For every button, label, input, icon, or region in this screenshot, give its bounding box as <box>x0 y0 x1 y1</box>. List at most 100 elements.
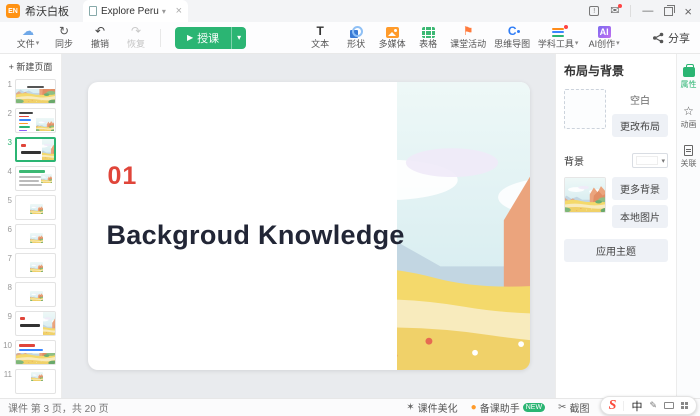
subject-tools-icon <box>552 27 564 38</box>
tab-animation[interactable]: ☆ 动画 <box>681 105 697 130</box>
text-icon: T <box>317 26 324 39</box>
screenshot-button[interactable]: ✂ 截图 <box>558 400 589 415</box>
table-icon <box>422 27 435 38</box>
slide-section-number[interactable]: 01 <box>108 162 138 191</box>
slide-thumbnail-2[interactable]: 2 <box>0 106 61 135</box>
redo-button[interactable]: ↷ 恢复 <box>118 26 154 49</box>
subject-tools-button[interactable]: 学科工具▾ <box>534 26 582 49</box>
editing-canvas[interactable]: 01 Backgroud Knowledge <box>62 54 555 398</box>
titlebar: EN 希沃白板 Explore Peru ▾ × ! ✉ — × <box>0 0 700 22</box>
statusbar: 课件 第 3 页，共 20 页 ✶ 课件美化 ● 备课助手 NEW ✂ 截图 ✎… <box>0 398 700 416</box>
thumb-canvas[interactable] <box>15 311 56 336</box>
media-icon <box>386 27 399 38</box>
tab-link[interactable]: 关联 <box>681 145 697 169</box>
undo-button[interactable]: ↶ 撤销 <box>82 26 118 49</box>
ime-toolbar[interactable]: S 中 ✎ <box>600 396 697 415</box>
slide-thumbnail-9[interactable]: 9 <box>0 309 61 338</box>
local-image-button[interactable]: 本地图片 <box>612 205 668 228</box>
background-thumbnail[interactable] <box>564 177 606 213</box>
slide-thumbnail-10[interactable]: 10 <box>0 338 61 367</box>
slide-thumbnail-4[interactable]: 4 <box>0 164 61 193</box>
thumb-canvas[interactable] <box>15 166 56 191</box>
shape-tool-button[interactable]: 形状 <box>338 26 374 49</box>
ime-logo[interactable]: S <box>609 399 617 413</box>
thumb-canvas[interactable] <box>15 108 56 133</box>
ime-pen-icon[interactable]: ✎ <box>649 400 657 411</box>
beautify-button[interactable]: ✶ 课件美化 <box>406 400 457 415</box>
thumb-canvas[interactable] <box>15 282 56 307</box>
app-logo: EN <box>6 4 20 18</box>
slide-thumbnail-8[interactable]: 8 <box>0 280 61 309</box>
thumb-canvas[interactable] <box>15 137 56 162</box>
shapes-icon <box>350 26 363 38</box>
table-tool-button[interactable]: 表格 <box>410 26 446 49</box>
document-icon <box>89 6 97 16</box>
tab-close-icon[interactable]: × <box>176 6 182 17</box>
scissors-icon: ✂ <box>558 402 566 413</box>
ime-language-mode[interactable]: 中 <box>631 398 642 414</box>
toolbox-grid-icon[interactable] <box>681 402 688 409</box>
current-slide[interactable]: 01 Backgroud Knowledge <box>88 82 530 370</box>
panel-title: 布局与背景 <box>564 62 668 79</box>
file-menu-button[interactable]: ☁ 文件▾ <box>10 26 46 49</box>
undo-icon: ↶ <box>95 26 105 39</box>
notification-dot <box>618 4 622 8</box>
sync-icon: ↻ <box>59 26 69 39</box>
properties-bag-icon <box>683 67 695 77</box>
slide-title-text[interactable]: Backgroud Knowledge <box>107 220 405 251</box>
start-teaching-button[interactable]: ▶授课 ▾ <box>175 27 246 49</box>
redo-icon: ↷ <box>131 26 141 39</box>
thumb-canvas[interactable] <box>15 340 56 365</box>
restore-button[interactable] <box>664 7 673 16</box>
share-button[interactable]: 分享 <box>652 30 690 46</box>
feedback-icon[interactable]: ! <box>589 6 599 16</box>
slide-thumbnail-6[interactable]: 6 <box>0 222 61 251</box>
close-button[interactable]: × <box>684 4 692 19</box>
document-tab[interactable]: Explore Peru ▾ × <box>83 0 188 22</box>
slide-thumbnail-5[interactable]: 5 <box>0 193 61 222</box>
document-tab-title: Explore Peru <box>101 6 159 17</box>
thumb-canvas[interactable] <box>15 195 56 220</box>
change-layout-button[interactable]: 更改布局 <box>612 114 668 137</box>
more-backgrounds-button[interactable]: 更多背景 <box>612 177 668 200</box>
background-label: 背景 <box>564 153 584 168</box>
thumb-canvas[interactable] <box>15 224 56 249</box>
lesson-assistant-button[interactable]: ● 备课助手 NEW <box>471 400 545 415</box>
cloud-icon: ☁ <box>22 26 34 39</box>
layout-name: 空白 <box>612 92 668 107</box>
new-badge: NEW <box>523 403 545 412</box>
thumb-canvas[interactable] <box>15 79 56 104</box>
link-doc-icon <box>684 145 693 156</box>
media-tool-button[interactable]: 多媒体 <box>374 26 410 49</box>
chevron-down-icon[interactable]: ▾ <box>162 7 166 16</box>
minimize-button[interactable]: — <box>642 5 653 17</box>
slide-thumbnail-3-selected[interactable]: 3 <box>0 135 61 164</box>
activity-flag-icon: ⚑ <box>463 26 474 39</box>
slide-thumbnail-11[interactable]: 11 <box>0 367 61 396</box>
new-feature-dot <box>564 25 568 29</box>
slide-thumbnail-1[interactable]: 1 <box>0 77 61 106</box>
apply-theme-button[interactable]: 应用主题 <box>564 239 668 262</box>
assistant-icon: ● <box>471 402 477 413</box>
thumb-canvas[interactable] <box>15 369 56 394</box>
ai-creation-button[interactable]: AI AI创作▾ <box>582 26 626 49</box>
color-swatch <box>636 156 658 165</box>
tab-properties[interactable]: 属性 <box>681 64 697 90</box>
divider <box>623 401 624 411</box>
class-activity-button[interactable]: ⚑ 课堂活动 <box>446 26 490 49</box>
new-page-button[interactable]: + 新建页面 <box>0 57 61 77</box>
mindmap-button[interactable]: C 思维导图 <box>490 26 534 49</box>
background-color-dropdown[interactable]: ▾ <box>632 153 668 168</box>
text-tool-button[interactable]: T 文本 <box>302 26 338 49</box>
keyboard-icon[interactable] <box>664 402 674 409</box>
slide-landscape-image[interactable] <box>397 82 530 370</box>
teach-dropdown-caret[interactable]: ▾ <box>231 27 246 49</box>
mindmap-icon: C <box>508 26 517 39</box>
layout-preview[interactable] <box>564 89 606 129</box>
thumb-canvas[interactable] <box>15 253 56 278</box>
chevron-down-icon: ▾ <box>36 40 40 48</box>
sync-button[interactable]: ↻ 同步 <box>46 26 82 49</box>
layout-background-panel: 布局与背景 空白 更改布局 背景 ▾ 更多背景 本地图片 应用主题 <box>555 54 676 398</box>
slide-thumbnail-7[interactable]: 7 <box>0 251 61 280</box>
messages-icon[interactable]: ✉ <box>610 6 619 17</box>
